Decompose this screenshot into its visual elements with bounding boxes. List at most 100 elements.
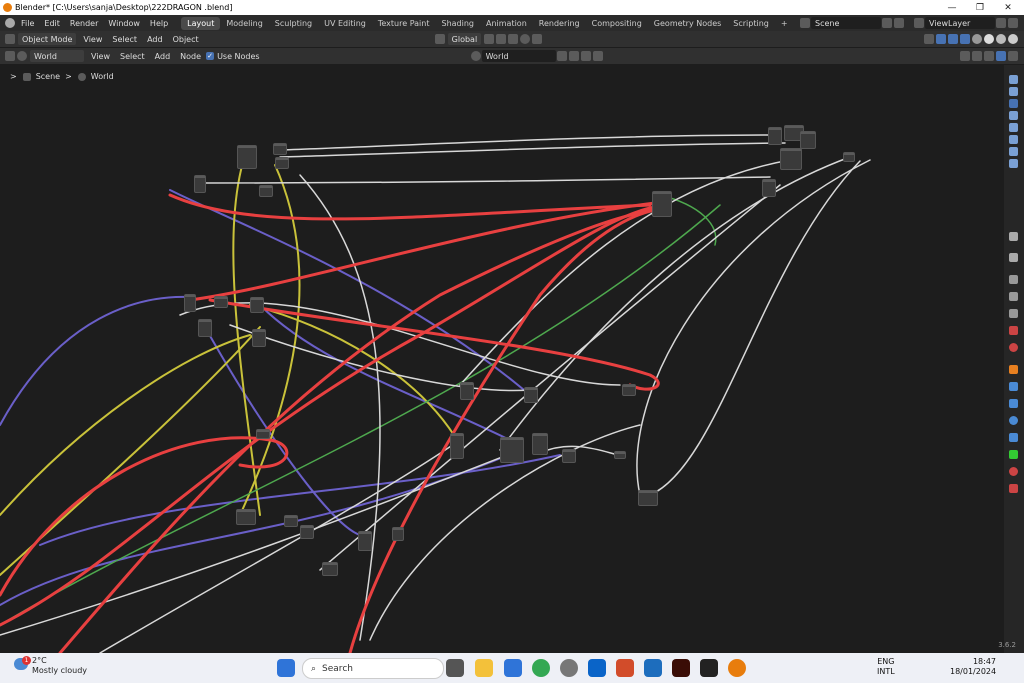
file-explorer-icon[interactable] [475, 659, 493, 677]
shader-type-dropdown[interactable]: World [30, 50, 84, 62]
wireframe-shading-icon[interactable] [972, 34, 982, 44]
node-editor-canvas[interactable] [0, 65, 1004, 653]
camera-icon[interactable] [1009, 147, 1018, 156]
chrome-icon[interactable] [532, 659, 550, 677]
object-props-icon[interactable] [1009, 365, 1018, 374]
tab-layout[interactable]: Layout [181, 16, 221, 30]
notes-icon[interactable] [700, 659, 718, 677]
node[interactable] [843, 152, 855, 162]
backdrop-icon[interactable] [1008, 51, 1018, 61]
xray-icon[interactable] [960, 34, 970, 44]
menu-add[interactable]: Add [142, 35, 168, 44]
output-icon[interactable] [1009, 292, 1018, 301]
snap-node-icon[interactable] [972, 51, 982, 61]
camera-icon[interactable] [1009, 99, 1018, 108]
node[interactable] [652, 191, 672, 217]
node[interactable] [460, 382, 474, 400]
unlink-world-icon[interactable] [580, 51, 591, 61]
camera-icon[interactable] [1009, 123, 1018, 132]
view-layer-icon[interactable] [914, 18, 924, 28]
visibility-icon[interactable] [924, 34, 934, 44]
snap-target-icon[interactable] [508, 34, 519, 44]
illustrator-icon[interactable] [672, 659, 690, 677]
material-icon[interactable] [1009, 467, 1018, 476]
node[interactable] [780, 148, 802, 170]
node[interactable] [614, 451, 626, 459]
clock[interactable]: 18:47 18/01/2024 [950, 657, 996, 677]
pivot-icon[interactable] [484, 34, 495, 44]
node[interactable] [322, 562, 338, 576]
snap-element-icon[interactable] [984, 51, 994, 61]
overlay-node-icon[interactable] [996, 51, 1006, 61]
scene-icon[interactable] [800, 18, 810, 28]
menu-add-node[interactable]: Add [150, 52, 176, 61]
node[interactable] [237, 145, 257, 169]
overlay-icon[interactable] [948, 34, 958, 44]
tab-compositing[interactable]: Compositing [586, 17, 648, 30]
falloff-icon[interactable] [532, 34, 543, 44]
search-box[interactable]: ⌕ Search [302, 658, 444, 679]
node[interactable] [194, 175, 206, 193]
camera-icon[interactable] [1009, 87, 1018, 96]
node[interactable] [768, 127, 782, 145]
use-nodes-checkbox[interactable]: ✓ [206, 52, 215, 60]
node[interactable] [358, 531, 372, 551]
node[interactable] [762, 179, 776, 197]
tab-shading[interactable]: Shading [435, 17, 480, 30]
mail-icon[interactable] [644, 659, 662, 677]
node[interactable] [236, 509, 256, 525]
node[interactable] [562, 449, 576, 463]
world-datablock-icon[interactable] [470, 51, 481, 61]
node[interactable] [638, 490, 658, 506]
tab-texture-paint[interactable]: Texture Paint [372, 17, 436, 30]
menu-view-node[interactable]: View [86, 52, 115, 61]
proportional-edit-icon[interactable] [520, 34, 531, 44]
gizmo-icon[interactable] [936, 34, 946, 44]
data-props-icon[interactable] [1009, 450, 1018, 459]
texture-icon[interactable] [1009, 484, 1018, 493]
menu-window[interactable]: Window [103, 19, 145, 28]
solid-shading-icon[interactable] [984, 34, 994, 44]
store-icon[interactable] [504, 659, 522, 677]
new-scene-icon[interactable] [882, 18, 892, 28]
node[interactable] [250, 297, 264, 313]
settings-icon[interactable] [560, 659, 578, 677]
pin-icon[interactable] [592, 51, 603, 61]
node[interactable] [273, 143, 287, 155]
task-view-icon[interactable] [446, 659, 464, 677]
parent-node-tree-icon[interactable] [960, 51, 970, 61]
node[interactable] [800, 131, 816, 149]
constraints-icon[interactable] [1009, 433, 1018, 442]
physics-icon[interactable] [1009, 416, 1018, 425]
node[interactable] [284, 515, 298, 527]
tab-scripting[interactable]: Scripting [727, 17, 775, 30]
menu-node[interactable]: Node [175, 52, 206, 61]
node[interactable] [532, 433, 548, 455]
menu-render[interactable]: Render [65, 19, 103, 28]
weather-widget[interactable]: 1 2°C Mostly cloudy [12, 656, 87, 676]
mode-dropdown[interactable]: Object Mode [18, 33, 77, 45]
minimize-button[interactable]: — [938, 0, 966, 15]
menu-file[interactable]: File [16, 19, 39, 28]
node[interactable] [256, 429, 270, 439]
node[interactable] [524, 387, 538, 403]
camera-icon[interactable] [1009, 111, 1018, 120]
material-shading-icon[interactable] [996, 34, 1006, 44]
start-icon[interactable] [277, 659, 295, 677]
tab-animation[interactable]: Animation [480, 17, 533, 30]
particles-icon[interactable] [1009, 399, 1018, 408]
node[interactable] [214, 296, 228, 308]
node[interactable] [184, 294, 196, 312]
delete-scene-icon[interactable] [894, 18, 904, 28]
tab-uv-editing[interactable]: UV Editing [318, 17, 372, 30]
horizontal-scrollbar[interactable] [0, 639, 1004, 651]
world-name-field[interactable]: World [481, 50, 556, 62]
node[interactable] [275, 157, 289, 169]
world-props-icon[interactable] [1009, 343, 1018, 352]
tab-rendering[interactable]: Rendering [533, 17, 586, 30]
scene-props-icon[interactable] [1009, 326, 1018, 335]
node[interactable] [300, 525, 314, 539]
modifier-icon[interactable] [1009, 382, 1018, 391]
node[interactable] [622, 384, 636, 396]
tab-geometry-nodes[interactable]: Geometry Nodes [648, 17, 727, 30]
